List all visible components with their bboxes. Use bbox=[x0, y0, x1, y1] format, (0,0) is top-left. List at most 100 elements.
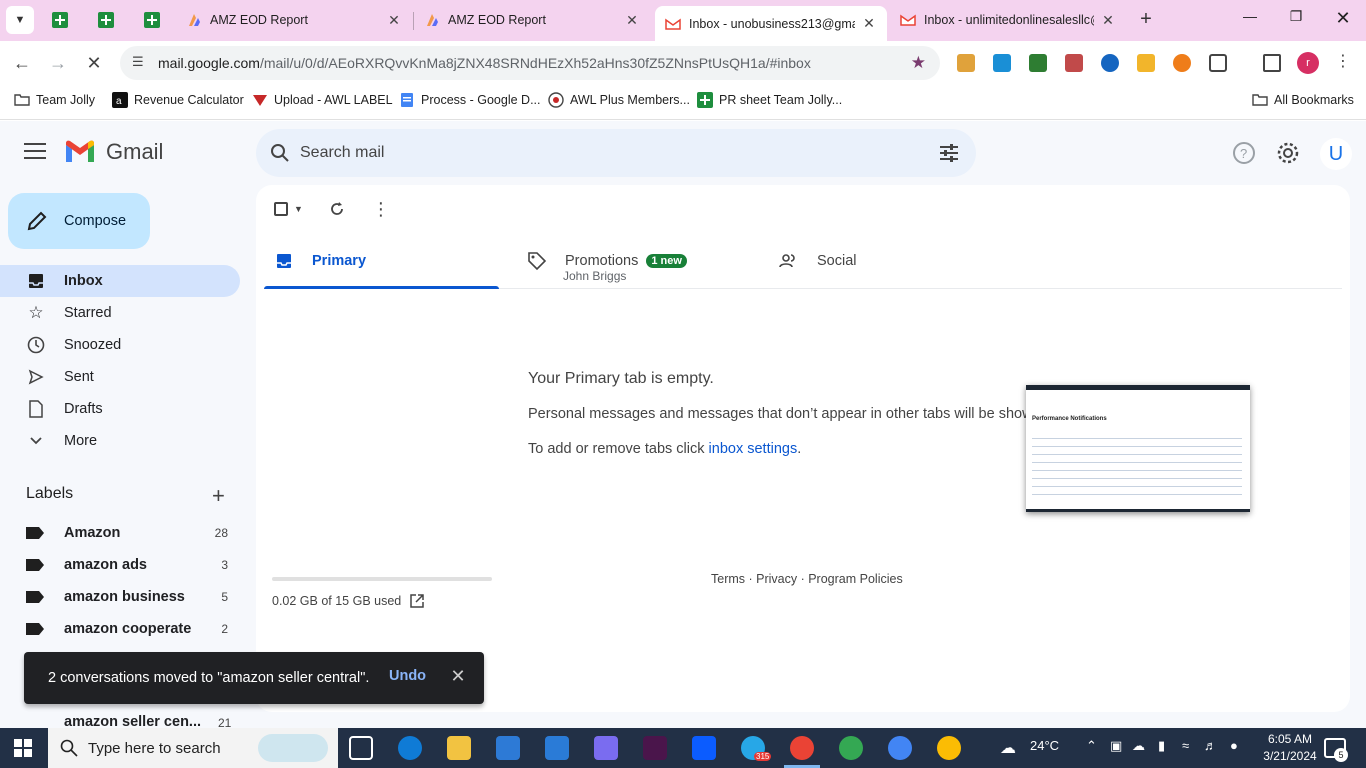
chrome-menu-icon[interactable]: ⋮ bbox=[1335, 51, 1351, 71]
all-bookmarks[interactable]: All Bookmarks bbox=[1252, 92, 1354, 108]
bookmark-item[interactable]: AWL Plus Members... bbox=[548, 92, 690, 108]
store-icon[interactable] bbox=[496, 736, 520, 760]
pinned-tab-sheets-1[interactable] bbox=[48, 8, 72, 32]
bookmark-item[interactable]: Process - Google D... bbox=[399, 92, 541, 108]
mail-icon[interactable] bbox=[545, 736, 569, 760]
close-icon[interactable]: ✕ bbox=[1100, 12, 1116, 29]
close-icon[interactable]: ✕ bbox=[386, 12, 402, 29]
zoom-icon[interactable] bbox=[692, 736, 716, 760]
open-in-new-icon[interactable] bbox=[409, 593, 425, 609]
search-input[interactable]: Search mail bbox=[300, 144, 384, 162]
edge-icon[interactable] bbox=[398, 736, 422, 760]
browser-tab-2[interactable]: AMZ EOD Report ✕ bbox=[414, 4, 650, 36]
label-item[interactable]: amazon ads 3 bbox=[0, 549, 240, 581]
chrome-icon[interactable] bbox=[790, 736, 814, 760]
chrome-icon[interactable] bbox=[937, 736, 961, 760]
fba-extension-icon[interactable] bbox=[993, 54, 1011, 72]
bookmark-item[interactable]: a Revenue Calculator bbox=[112, 92, 244, 108]
weather-temp[interactable]: 24°C bbox=[1030, 738, 1059, 753]
telegram-badge: 315 bbox=[754, 752, 772, 761]
slack-icon[interactable] bbox=[643, 736, 667, 760]
chrome-icon[interactable] bbox=[839, 736, 863, 760]
extension-icon[interactable] bbox=[957, 54, 975, 72]
forward-button[interactable]: → bbox=[46, 51, 70, 75]
pinned-tab-sheets-2[interactable] bbox=[94, 8, 118, 32]
system-clock[interactable]: 6:05 AM 3/21/2024 bbox=[1258, 731, 1322, 765]
bookmark-item[interactable]: Team Jolly bbox=[14, 92, 95, 108]
nav-item-starred[interactable]: ☆ Starred bbox=[0, 297, 240, 329]
account-avatar[interactable]: U bbox=[1320, 138, 1352, 170]
extension-icon[interactable] bbox=[1173, 54, 1191, 72]
bookmark-item[interactable]: PR sheet Team Jolly... bbox=[697, 92, 842, 108]
task-view-icon[interactable] bbox=[349, 736, 373, 760]
gmail-logo[interactable]: Gmail bbox=[64, 139, 163, 165]
chevron-down-icon[interactable]: ▼ bbox=[294, 204, 303, 214]
footer-links[interactable]: Terms · Privacy · Program Policies bbox=[711, 572, 903, 586]
browser-tab-4[interactable]: Inbox - unlimitedonlinesalesllc@gmail.co… bbox=[890, 4, 1126, 36]
create-label-button[interactable]: + bbox=[212, 483, 225, 509]
rs-extension-icon[interactable] bbox=[1029, 54, 1047, 72]
close-icon[interactable]: ✕ bbox=[624, 12, 640, 29]
nav-item-snoozed[interactable]: Snoozed bbox=[0, 329, 240, 361]
label-item[interactable]: amazon business 5 bbox=[0, 581, 240, 613]
nav-item-inbox[interactable]: Inbox bbox=[0, 265, 240, 297]
nav-item-sent[interactable]: Sent bbox=[0, 361, 240, 393]
restore-button[interactable]: ❐ bbox=[1284, 8, 1308, 25]
select-all-checkbox[interactable] bbox=[274, 202, 288, 216]
help-icon[interactable]: ? bbox=[1232, 141, 1256, 165]
volume-icon[interactable]: ♬ bbox=[1204, 738, 1217, 753]
weather-cloud-icon[interactable]: ☁ bbox=[1000, 738, 1016, 758]
onedrive-icon[interactable]: ☁ bbox=[1132, 738, 1145, 754]
tab-search-button[interactable]: ▼ bbox=[6, 6, 34, 34]
minimize-button[interactable]: — bbox=[1238, 8, 1262, 24]
more-vert-icon[interactable]: ⋮ bbox=[371, 199, 391, 219]
scout-extension-icon[interactable] bbox=[1137, 54, 1155, 72]
browser-tab-3[interactable]: Inbox - unobusiness213@gmail.com ✕ bbox=[655, 6, 887, 41]
new-tab-button[interactable]: + bbox=[1134, 8, 1158, 31]
search-options-icon[interactable] bbox=[938, 142, 960, 164]
taskbar-search[interactable]: Type here to search bbox=[48, 728, 338, 768]
nav-item-drafts[interactable]: Drafts bbox=[0, 393, 240, 425]
back-button[interactable]: ← bbox=[10, 51, 34, 75]
profile-avatar[interactable]: r bbox=[1297, 52, 1319, 74]
bookmark-item[interactable]: Upload - AWL LABEL bbox=[252, 92, 393, 108]
inbox-settings-link[interactable]: inbox settings bbox=[709, 441, 798, 457]
screenshot-preview-thumbnail[interactable]: Performance Notifications bbox=[1026, 385, 1250, 512]
app-icon[interactable] bbox=[594, 736, 618, 760]
close-icon[interactable]: ✕ bbox=[450, 666, 466, 687]
undo-button[interactable]: Undo bbox=[389, 668, 426, 684]
main-menu-button[interactable] bbox=[24, 143, 46, 161]
close-icon[interactable]: ✕ bbox=[861, 15, 877, 32]
chevron-up-icon[interactable]: ⌃ bbox=[1086, 738, 1097, 754]
chrome-icon[interactable] bbox=[888, 736, 912, 760]
microphone-icon[interactable]: ● bbox=[1230, 738, 1238, 753]
search-icon[interactable] bbox=[270, 143, 290, 163]
pinned-tab-sheets-3[interactable] bbox=[140, 8, 164, 32]
tray-app-icon[interactable]: ▣ bbox=[1110, 738, 1122, 754]
address-bar[interactable]: ☰ mail.google.com/mail/u/0/d/AEoRXRQvvKn… bbox=[120, 46, 940, 80]
puzzle-icon[interactable] bbox=[1209, 54, 1227, 72]
stop-button[interactable]: ✕ bbox=[82, 51, 106, 75]
battery-icon[interactable]: ▮ bbox=[1158, 738, 1165, 754]
compose-button[interactable]: Compose bbox=[8, 193, 150, 249]
file-explorer-icon[interactable] bbox=[447, 736, 471, 760]
settings-gear-icon[interactable] bbox=[1276, 141, 1300, 165]
tab-social[interactable]: Social bbox=[769, 233, 1019, 289]
windows-start-icon[interactable] bbox=[14, 739, 32, 757]
extension-icon[interactable] bbox=[1065, 54, 1083, 72]
nav-item-more[interactable]: More bbox=[0, 425, 240, 457]
search-bar[interactable]: Search mail bbox=[256, 129, 976, 177]
extension-icon[interactable] bbox=[1101, 54, 1119, 72]
browser-tab-1[interactable]: AMZ EOD Report ✕ bbox=[176, 4, 412, 36]
refresh-icon[interactable] bbox=[327, 199, 347, 219]
label-name: amazon ads bbox=[64, 557, 147, 573]
label-item[interactable]: amazon cooperate 2 bbox=[0, 613, 240, 645]
close-window-button[interactable]: ✕ bbox=[1331, 8, 1355, 29]
side-panel-icon[interactable] bbox=[1263, 54, 1281, 72]
label-item[interactable]: Amazon 28 bbox=[0, 517, 240, 549]
wifi-icon[interactable]: ≈ bbox=[1182, 738, 1189, 753]
bookmark-star-icon[interactable]: ★ bbox=[911, 53, 926, 73]
site-info-icon[interactable]: ☰ bbox=[132, 54, 150, 72]
tab-primary[interactable]: Primary bbox=[264, 233, 499, 289]
tab-promotions[interactable]: Promotions 1 new John Briggs bbox=[517, 233, 767, 289]
